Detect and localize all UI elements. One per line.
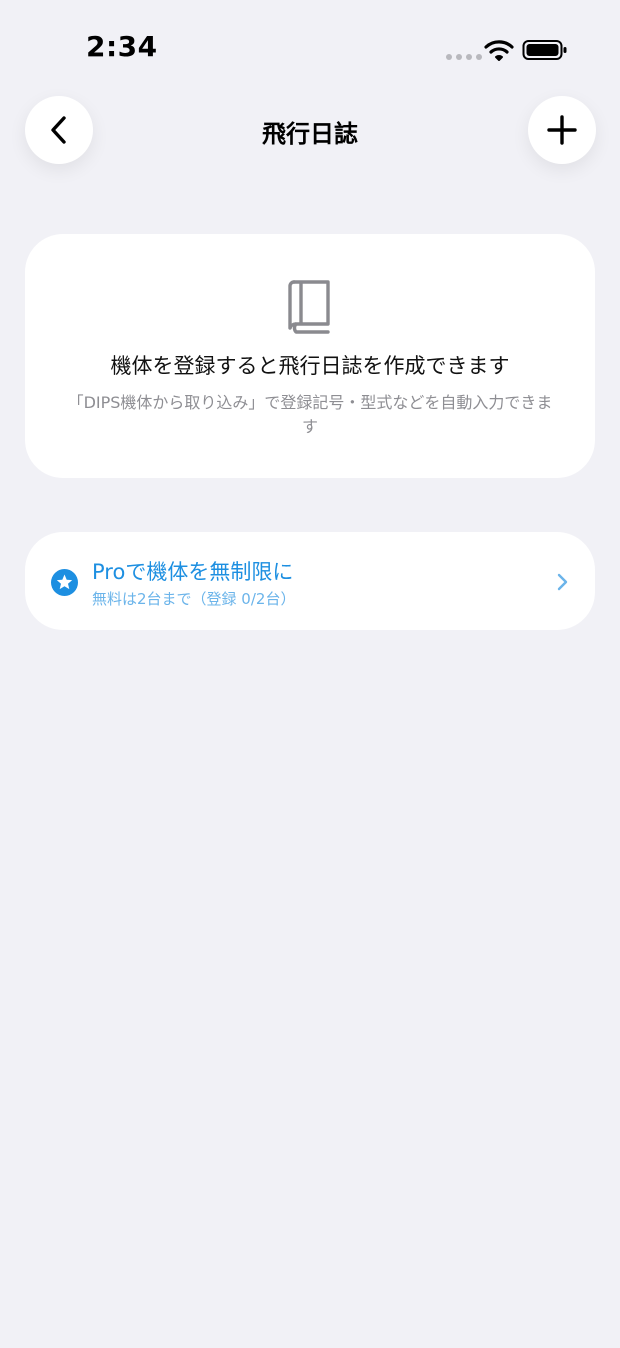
chevron-right-icon xyxy=(557,573,568,591)
empty-state-title: 機体を登録すると飛行日誌を作成できます xyxy=(110,354,510,378)
star-badge-icon xyxy=(51,569,78,596)
status-bar: 2:34 xyxy=(0,0,620,96)
battery-icon xyxy=(522,40,567,60)
pro-banner-title: Proで機体を無制限に xyxy=(92,560,294,584)
navigation-bar: 飛行日誌 xyxy=(0,96,620,166)
empty-state-description: 「DIPS機体から取り込み」で登録記号・型式などを自動入力できます xyxy=(67,393,553,436)
page-title: 飛行日誌 xyxy=(262,120,358,148)
wifi-icon xyxy=(484,40,514,61)
pro-banner-subtitle: 無料は2台まで（登録 0/2台） xyxy=(92,590,296,608)
cellular-signal-icon xyxy=(446,54,482,60)
add-aircraft-button[interactable] xyxy=(528,96,596,164)
plus-icon xyxy=(547,115,577,145)
status-time: 2:34 xyxy=(86,30,158,63)
book-icon xyxy=(288,280,330,334)
